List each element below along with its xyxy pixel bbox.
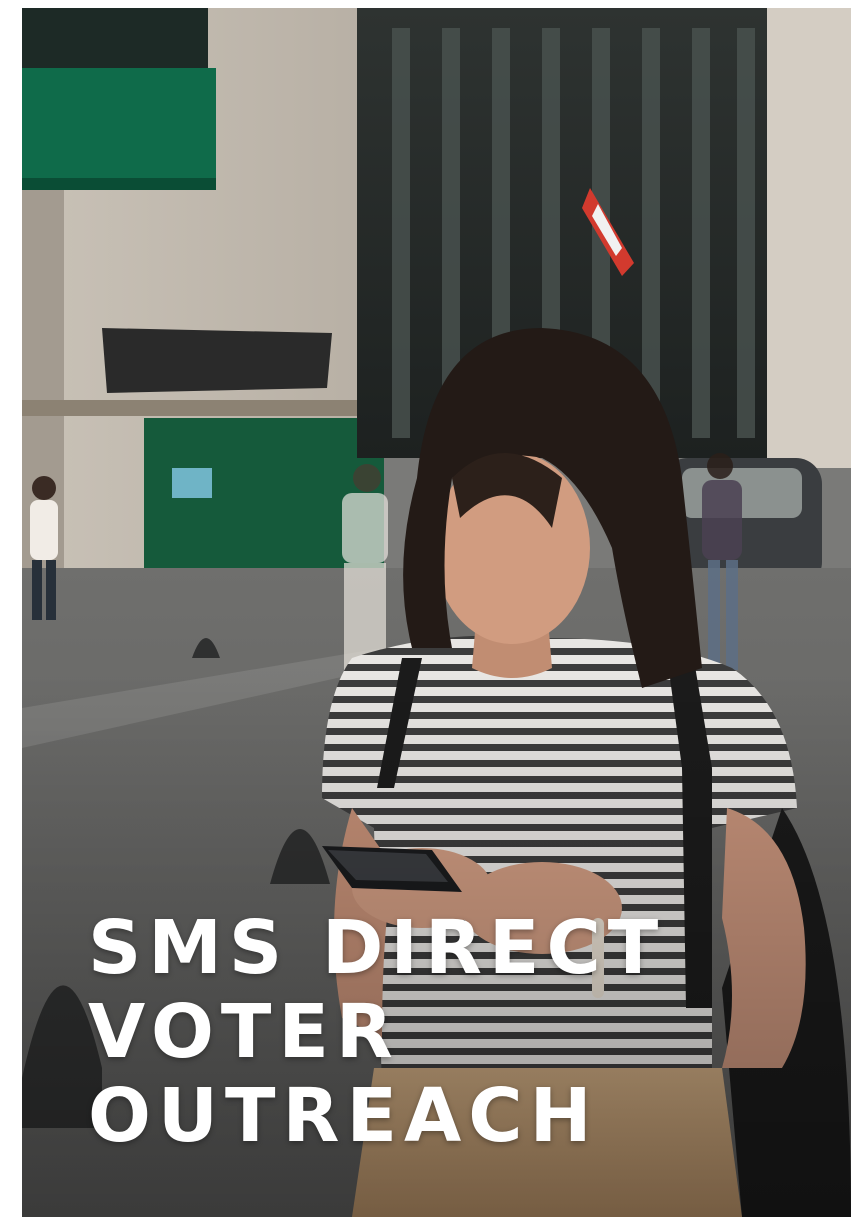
poster: SMS DIRECT VOTER OUTREACH [0, 0, 851, 1217]
headline: SMS DIRECT VOTER OUTREACH [88, 905, 666, 1159]
headline-line-2: VOTER [88, 989, 400, 1075]
headline-line-3: OUTREACH [88, 1073, 599, 1159]
headline-line-1: SMS DIRECT [88, 905, 666, 991]
